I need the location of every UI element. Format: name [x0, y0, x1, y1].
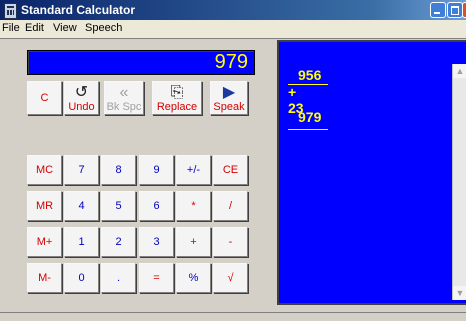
m-plus-button[interactable]: M+	[27, 227, 62, 257]
menu-view[interactable]: View	[53, 22, 77, 34]
add-button[interactable]: +	[176, 227, 211, 257]
decimal-label: .	[116, 272, 121, 284]
add-label: +	[190, 236, 197, 248]
display-value: 979	[214, 51, 248, 73]
result-display: 979	[27, 50, 255, 75]
percent-button[interactable]: %	[176, 263, 211, 293]
calculator-icon	[4, 3, 17, 19]
scroll-down-icon[interactable]: ▼	[453, 286, 466, 300]
clear-button[interactable]: C	[27, 81, 62, 115]
speak-label: Speak	[213, 101, 245, 113]
digit-0-label: 0	[78, 272, 85, 284]
subtract-label: -	[228, 236, 233, 248]
digit-1-button[interactable]: 1	[64, 227, 99, 257]
title-bar[interactable]: Standard Calculator	[0, 0, 466, 20]
backspace-button[interactable]: « Bk Spc	[104, 81, 144, 115]
backspace-icon: «	[119, 84, 129, 101]
digit-4-button[interactable]: 4	[64, 191, 99, 221]
mr-label: MR	[35, 200, 54, 212]
decimal-button[interactable]: .	[101, 263, 136, 293]
m-plus-label: M+	[36, 236, 53, 248]
digit-6-label: 6	[153, 200, 160, 212]
tape-sum-line	[288, 84, 328, 85]
tape-result: 979	[298, 109, 322, 125]
replace-label: Replace	[156, 101, 198, 113]
multiply-label: *	[191, 200, 196, 212]
tape-scrollbar[interactable]: ▲ ▼	[452, 64, 466, 300]
menu-speech[interactable]: Speech	[85, 22, 122, 34]
status-bar	[0, 312, 466, 321]
replace-icon: ⎘	[170, 84, 184, 101]
menu-bar: File Edit View Speech	[0, 20, 466, 38]
percent-label: %	[188, 272, 199, 284]
backspace-label: Bk Spc	[106, 101, 142, 113]
digit-1-label: 1	[78, 236, 85, 248]
digit-2-button[interactable]: 2	[101, 227, 136, 257]
mc-label: MC	[35, 164, 54, 176]
digit-5-label: 5	[115, 200, 122, 212]
subtract-button[interactable]: -	[213, 227, 248, 257]
digit-7-label: 7	[78, 164, 85, 176]
tape-result-line	[288, 129, 328, 130]
digit-9-label: 9	[153, 164, 160, 176]
digit-7-button[interactable]: 7	[64, 155, 99, 185]
digit-2-label: 2	[115, 236, 122, 248]
menu-edit[interactable]: Edit	[25, 22, 44, 34]
window-title: Standard Calculator	[21, 3, 136, 17]
close-button[interactable]	[462, 2, 466, 18]
digit-8-label: 8	[115, 164, 122, 176]
speak-icon: ▶	[222, 84, 236, 101]
calculator-window: Standard Calculator File Edit View Speec…	[0, 0, 466, 321]
clear-label: C	[40, 92, 49, 104]
mr-button[interactable]: MR	[27, 191, 62, 221]
menu-file[interactable]: File	[2, 22, 20, 34]
undo-icon: ↺	[74, 84, 89, 101]
square-root-button[interactable]: √	[213, 263, 248, 293]
equals-label: =	[153, 272, 160, 284]
divide-button[interactable]: /	[213, 191, 248, 221]
maximize-button[interactable]	[447, 2, 463, 18]
digit-9-button[interactable]: 9	[139, 155, 174, 185]
minimize-button[interactable]	[430, 2, 446, 18]
mc-button[interactable]: MC	[27, 155, 62, 185]
digit-4-label: 4	[78, 200, 85, 212]
undo-button[interactable]: ↺ Undo	[64, 81, 99, 115]
plus-minus-button[interactable]: +/-	[176, 155, 211, 185]
digit-3-label: 3	[153, 236, 160, 248]
divide-label: /	[228, 200, 233, 212]
clear-entry-label: CE	[222, 164, 239, 176]
digit-3-button[interactable]: 3	[139, 227, 174, 257]
undo-label: Undo	[68, 101, 95, 113]
digit-5-button[interactable]: 5	[101, 191, 136, 221]
m-minus-label: M-	[38, 272, 51, 284]
equals-button[interactable]: =	[139, 263, 174, 293]
speak-button[interactable]: ▶ Speak	[210, 81, 248, 115]
digit-0-button[interactable]: 0	[64, 263, 99, 293]
m-minus-button[interactable]: M-	[27, 263, 62, 293]
scroll-up-icon[interactable]: ▲	[453, 64, 466, 78]
clear-entry-button[interactable]: CE	[213, 155, 248, 185]
digit-8-button[interactable]: 8	[101, 155, 136, 185]
digit-6-button[interactable]: 6	[139, 191, 174, 221]
plus-minus-label: +/-	[186, 164, 201, 176]
replace-button[interactable]: ⎘ Replace	[152, 81, 202, 115]
tape-operand-1: 956	[298, 67, 322, 83]
menu-divider	[0, 38, 466, 39]
multiply-button[interactable]: *	[176, 191, 211, 221]
square-root-label: √	[227, 272, 234, 284]
